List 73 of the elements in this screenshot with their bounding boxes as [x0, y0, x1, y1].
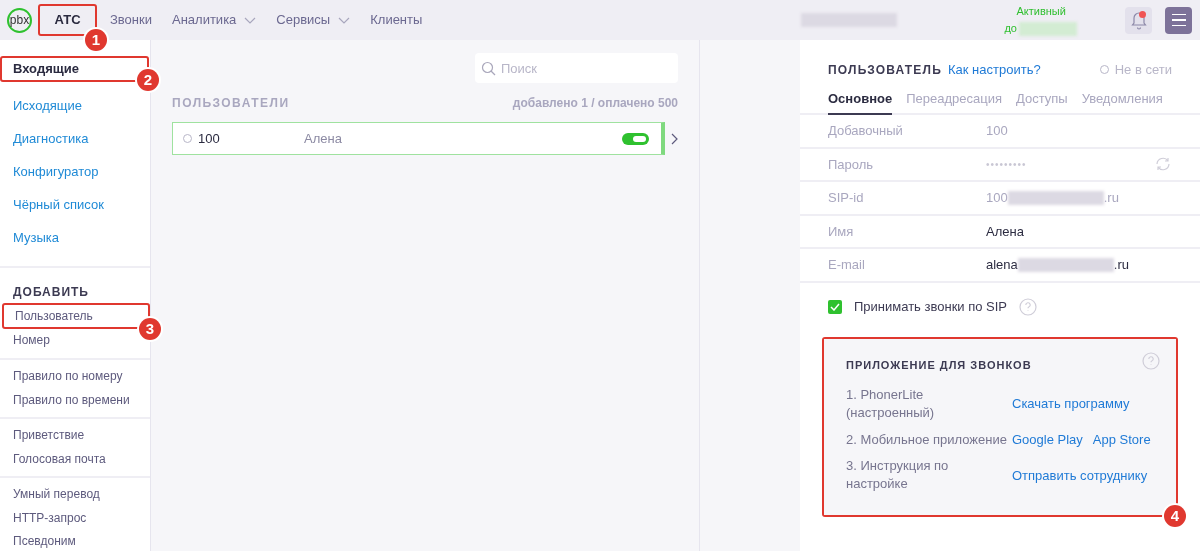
field-value-suffix: .ru [1103, 189, 1119, 208]
nav-tab[interactable]: Клиенты [370, 12, 423, 28]
app-label: 3. Инструкция по настройке [846, 457, 950, 494]
sidebar-item[interactable]: HTTP-запрос [13, 508, 87, 527]
sidebar-item[interactable]: Голосовая почта [13, 449, 106, 468]
panel-tab[interactable]: Уведомления [1081, 88, 1163, 115]
sidebar-item[interactable]: Музыка [13, 227, 59, 248]
field-label: Добавочный [828, 122, 904, 141]
field-value: ••••••••• [986, 157, 1027, 172]
callout-number: 1 [85, 29, 107, 51]
help-link[interactable]: Как настроить? [948, 60, 1041, 80]
field-label: Имя [828, 222, 855, 241]
app-link[interactable]: Отправить сотруднику [1012, 465, 1148, 486]
field-value: alena [986, 256, 1018, 275]
user-row[interactable]: 100 Алена [172, 122, 665, 155]
nav-tab[interactable]: АТС [54, 12, 81, 28]
notifications-button[interactable] [1125, 6, 1152, 34]
menu-button[interactable] [1165, 6, 1192, 34]
account-status: Активный [1016, 4, 1066, 19]
sidebar-item[interactable]: Правило по номеру [13, 367, 123, 386]
nav-tab[interactable]: Сервисы [276, 12, 351, 28]
blurred-text [1019, 21, 1077, 36]
field-label: E-mail [828, 256, 866, 275]
presence-status: Не в сети [1114, 61, 1172, 79]
sidebar-item[interactable]: Номер [13, 330, 50, 349]
chevron-right-icon[interactable] [671, 132, 678, 145]
field-value-suffix: .ru [1113, 256, 1129, 275]
nav-tab[interactable]: Аналитика [172, 12, 257, 28]
panel-tab[interactable]: Переадресация [906, 88, 1002, 115]
nav-tab[interactable]: Звонки [110, 12, 152, 28]
field-label: SIP-id [828, 189, 865, 208]
app-link[interactable]: App Store [1092, 429, 1151, 450]
sidebar-item[interactable]: Пользователь [15, 307, 93, 326]
sidebar-item[interactable]: Приветствие [13, 426, 85, 445]
app-link[interactable]: Скачать программу [1012, 394, 1130, 414]
callout-number: 3 [139, 318, 161, 341]
callout-number: 2 [137, 69, 159, 91]
sidebar-item[interactable]: Конфигуратор [13, 161, 99, 182]
help-icon [1142, 352, 1160, 371]
app-link[interactable]: Google Play [1012, 429, 1083, 450]
sidebar-item[interactable]: Правило по времени [13, 390, 130, 409]
card-title: ПРИЛОЖЕНИЕ ДЛЯ ЗВОНКОВ [846, 358, 1033, 374]
search-field[interactable]: Поиск [475, 53, 678, 83]
checkbox-label: Принимать звонки по SIP [854, 297, 1008, 316]
expiry-label: до [1004, 21, 1017, 36]
sidebar-item[interactable]: Диагностика [13, 128, 89, 149]
sidebar-item[interactable]: Умный перевод [13, 485, 100, 504]
section-heading: ДОБАВИТЬ [13, 285, 89, 299]
list-title: ПОЛЬЗОВАТЕЛИ [172, 95, 290, 112]
callout-number: 4 [1164, 505, 1186, 528]
sidebar-item[interactable]: Входящие [13, 59, 79, 79]
panel-tab[interactable]: Доступы [1015, 88, 1068, 115]
app-label: 2. Мобильное приложение [846, 430, 1008, 449]
field-value: 100 [986, 189, 1008, 208]
help-icon [1019, 297, 1038, 316]
sidebar-item[interactable]: Псевдоним [13, 532, 76, 551]
sidebar-item[interactable]: Чёрный список [13, 194, 104, 215]
panel-tab[interactable]: Основное [828, 88, 893, 115]
check-icon [830, 302, 840, 311]
field-label: Пароль [828, 155, 875, 174]
user-name: Алена [304, 129, 343, 148]
user-number: 100 [198, 129, 221, 148]
user-count: добавлено 1 / оплачено 500 [512, 95, 678, 112]
logo: pbx [7, 7, 32, 33]
search-icon [481, 61, 496, 76]
field-value: 100 [986, 122, 1008, 141]
sidebar-item[interactable]: Исходящие [13, 95, 82, 116]
field-value: Алена [986, 222, 1024, 241]
panel-title: ПОЛЬЗОВАТЕЛЬ [828, 61, 942, 79]
enabled-toggle[interactable] [622, 132, 649, 145]
checkbox[interactable] [828, 299, 842, 314]
app-label: 1. PhonerLite (настроенный) [846, 385, 936, 422]
refresh-icon[interactable] [1154, 156, 1172, 173]
